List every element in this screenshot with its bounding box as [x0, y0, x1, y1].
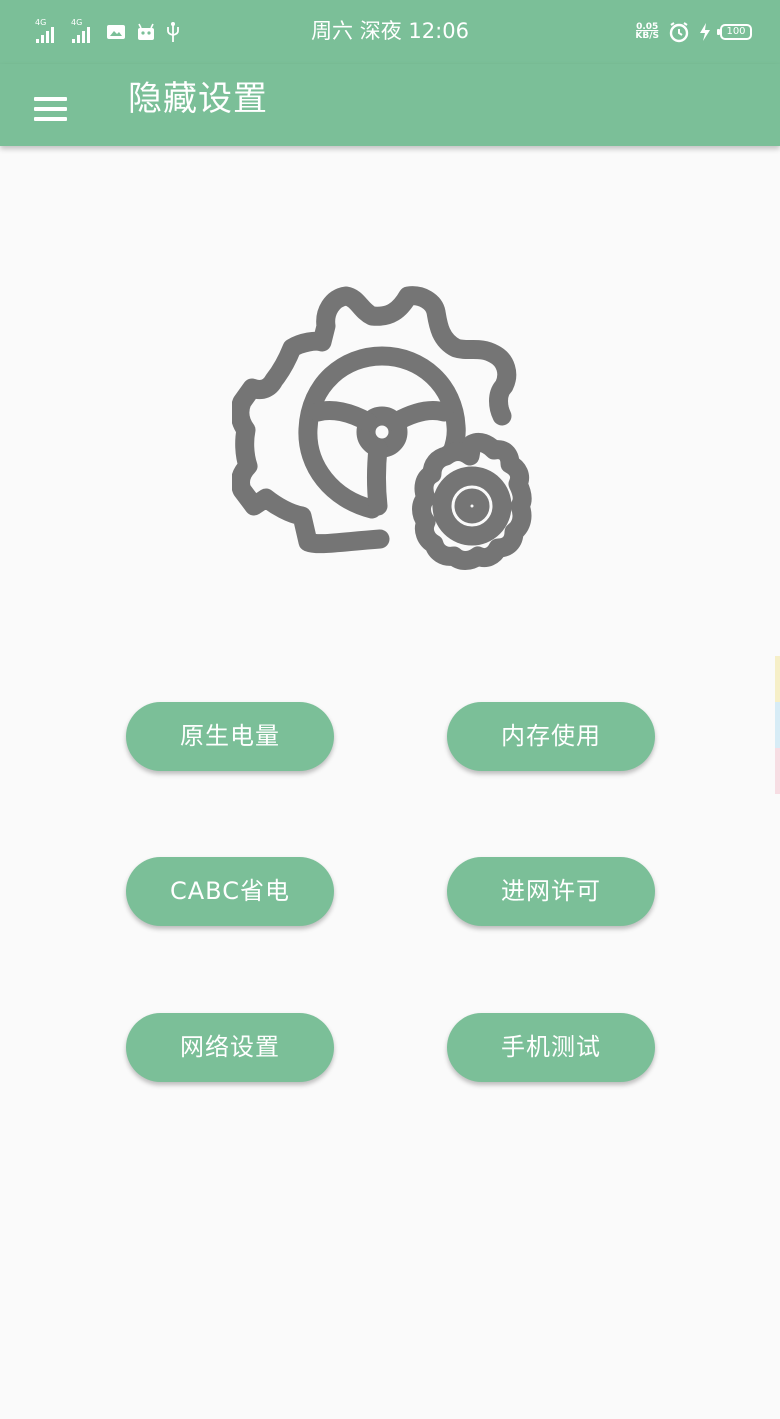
app-bar: 隐藏设置 [0, 64, 780, 146]
floating-edge-handle[interactable] [775, 702, 780, 748]
gears-icon [232, 286, 532, 570]
floating-edge-handle[interactable] [775, 748, 780, 794]
page-title: 隐藏设置 [128, 79, 268, 119]
menu-icon[interactable] [20, 76, 80, 136]
cabc-power-saving-button[interactable]: CABC省电 [126, 857, 334, 926]
native-battery-button[interactable]: 原生电量 [126, 702, 334, 771]
network-license-button[interactable]: 进网许可 [447, 857, 655, 926]
network-speed: 0.05 KB/S [635, 23, 659, 41]
battery-icon: 100 [717, 24, 752, 40]
status-icons-right: 0.05 KB/S 100 [635, 18, 752, 46]
network-speed-unit: KB/S [635, 31, 659, 41]
floating-edge-handle[interactable] [775, 656, 780, 702]
phone-test-button[interactable]: 手机测试 [447, 1013, 655, 1082]
memory-usage-button[interactable]: 内存使用 [447, 702, 655, 771]
network-settings-button[interactable]: 网络设置 [126, 1013, 334, 1082]
charging-icon [700, 23, 710, 41]
alarm-icon [669, 22, 689, 43]
status-bar: 4G 4G 周六 深夜 12:06 0.05 KB/S 100 [0, 0, 780, 64]
